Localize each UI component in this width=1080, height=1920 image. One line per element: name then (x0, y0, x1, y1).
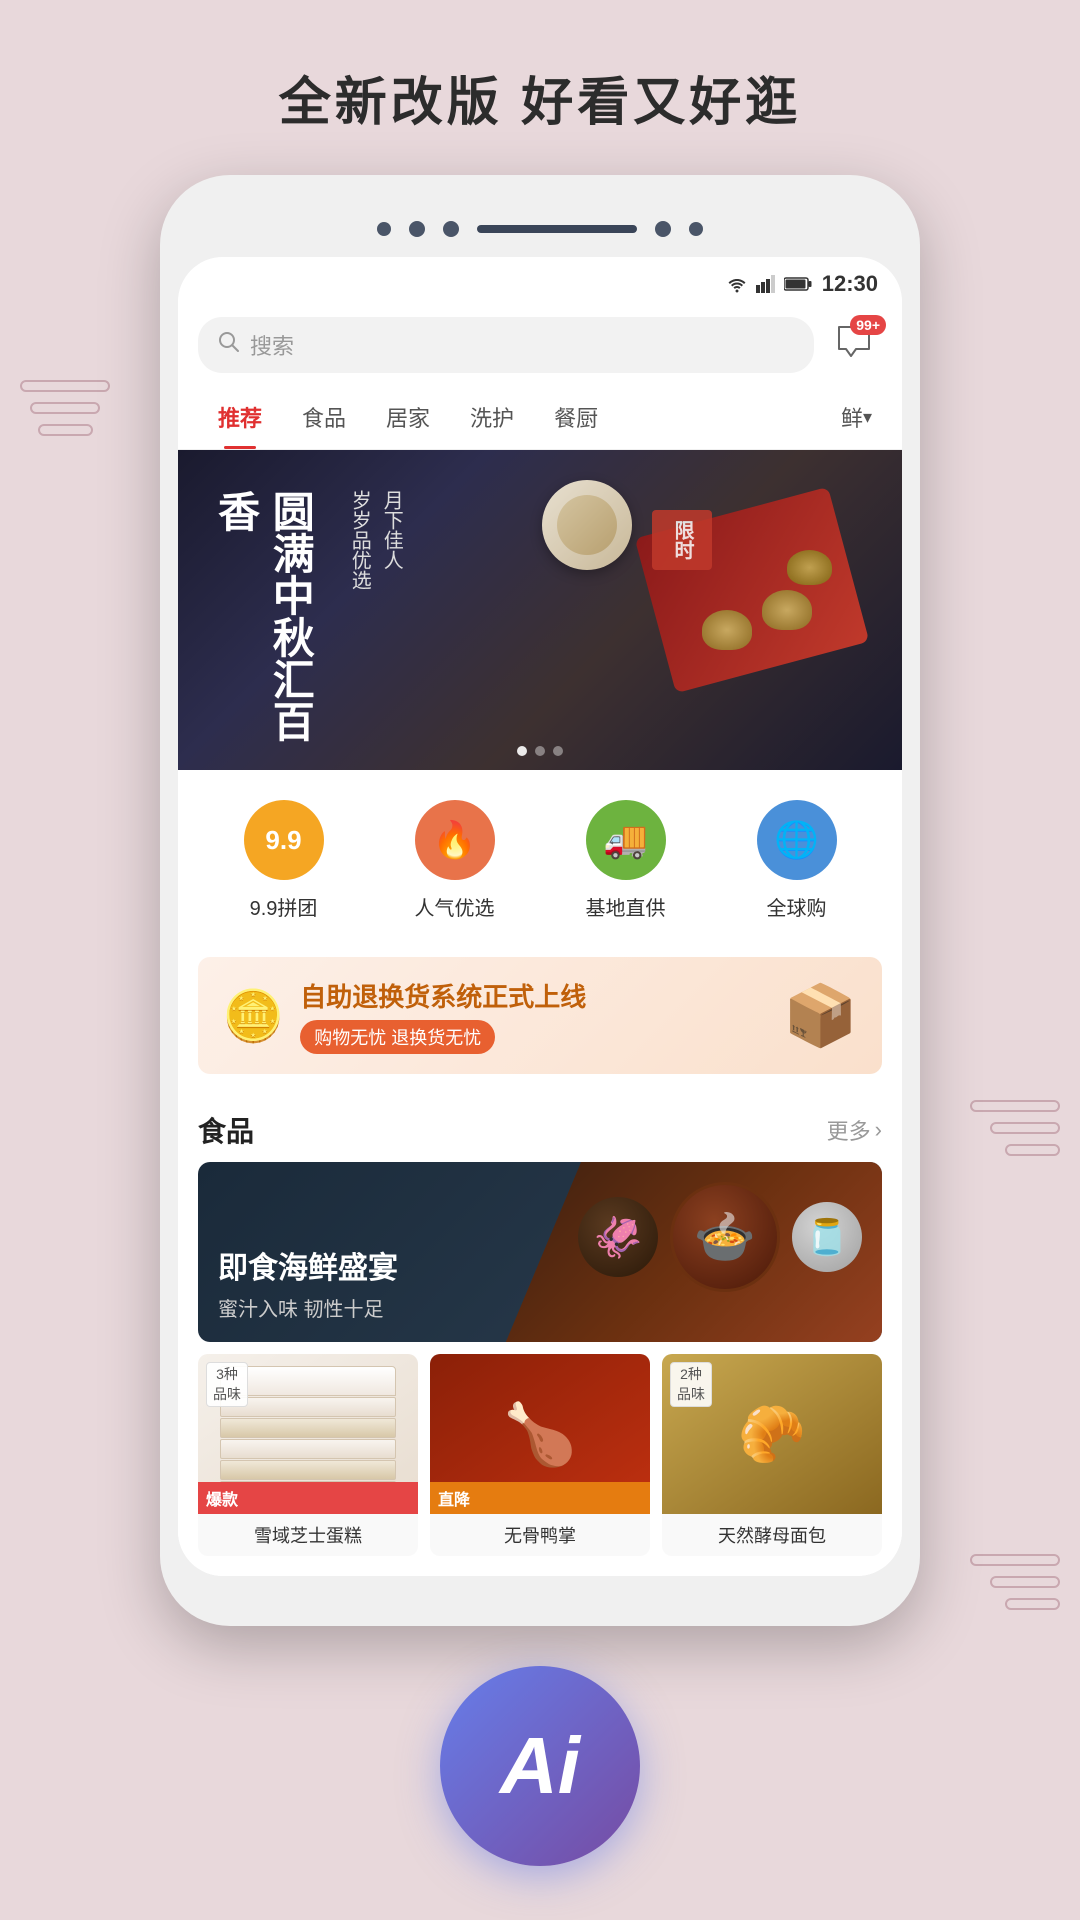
quick-label-popular: 人气优选 (415, 892, 495, 921)
banner-content: 圆满中秋汇百香 月下佳人 岁岁品优选 (208, 490, 407, 750)
section-header: 食品 更多 › (178, 1090, 902, 1162)
banner-dot-2 (535, 746, 545, 756)
promo-coins-icon: 🪙 (222, 991, 284, 1041)
wifi-icon (726, 275, 748, 293)
ai-button[interactable]: Ai (440, 1666, 640, 1866)
search-bar-wrap: 搜索 99+ (178, 305, 902, 385)
search-placeholder: 搜索 (250, 329, 294, 361)
category-item-home[interactable]: 居家 (366, 385, 450, 449)
quick-item-direct[interactable]: 🚚 基地直供 (586, 800, 666, 921)
quick-item-popular[interactable]: 🔥 人气优选 (415, 800, 495, 921)
quick-icon-direct: 🚚 (586, 800, 666, 880)
category-more[interactable]: 鲜 ▾ (831, 385, 882, 449)
promo-banner[interactable]: 🪙 自助退换货系统正式上线 购物无忧 退换货无忧 📦 (198, 957, 882, 1074)
status-bar: 12:30 (178, 257, 902, 305)
product-badge-duck: 直降 (430, 1482, 650, 1514)
product-flavor-badge-bread: 2种品味 (670, 1362, 712, 1407)
page-title: 全新改版 好看又好逛 (0, 0, 1080, 175)
food-section: 食品 更多 › 即食海鲜盛宴 蜜汁入味 韧性十足 🦑 (178, 1090, 902, 1576)
chevron-right-icon: › (875, 1117, 882, 1143)
product-card-cake[interactable]: 3种品味 爆款 (198, 1354, 418, 1556)
quick-icons-section: 9.9 9.9拼团 🔥 人气优选 🚚 基地直供 🌐 全球购 (178, 770, 902, 941)
product-card-duck[interactable]: 🍗 直降 无骨鸭掌 (430, 1354, 650, 1556)
quick-item-group-buy[interactable]: 9.9 9.9拼团 (244, 800, 324, 921)
food-banner[interactable]: 即食海鲜盛宴 蜜汁入味 韧性十足 🦑 🍲 🫙 (198, 1162, 882, 1342)
food-image-bowl: 🍲 (670, 1182, 780, 1292)
product-name-duck: 无骨鸭掌 (440, 1522, 640, 1548)
quick-item-global[interactable]: 🌐 全球购 (757, 800, 837, 921)
food-image-sauce: 🫙 (792, 1202, 862, 1272)
phone-dot-3 (443, 221, 459, 237)
phone-speaker (477, 225, 637, 233)
search-icon (218, 331, 240, 359)
deco-lines-right (970, 1100, 1060, 1166)
phone-dot-1 (377, 222, 391, 236)
phone-top-bar (178, 205, 902, 257)
product-image-duck: 🍗 直降 (430, 1354, 650, 1514)
search-bar[interactable]: 搜索 (198, 317, 814, 373)
main-banner[interactable]: 圆满中秋汇百香 月下佳人 岁岁品优选 (178, 450, 902, 770)
quick-icon-popular: 🔥 (415, 800, 495, 880)
category-item-recommend[interactable]: 推荐 (198, 385, 282, 449)
product-image-cake: 3种品味 爆款 (198, 1354, 418, 1514)
message-badge: 99+ (850, 315, 886, 335)
promo-title: 自助退换货系统正式上线 (300, 977, 767, 1014)
product-name-cake: 雪域芝士蛋糕 (208, 1522, 408, 1548)
category-item-wash[interactable]: 洗护 (450, 385, 534, 449)
banner-plate (542, 480, 632, 570)
banner-dot-3 (553, 746, 563, 756)
phone-frame: 12:30 搜索 99+ (160, 175, 920, 1626)
quick-label-direct: 基地直供 (586, 892, 666, 921)
section-title-food: 食品 (198, 1110, 254, 1150)
quick-label-group-buy: 9.9拼团 (250, 892, 318, 921)
promo-box-icon: 📦 (783, 980, 858, 1051)
promo-text-wrap: 自助退换货系统正式上线 购物无忧 退换货无忧 (300, 977, 767, 1054)
status-time: 12:30 (822, 271, 878, 297)
status-icons (726, 275, 812, 293)
chevron-down-icon: ▾ (863, 407, 872, 428)
banner-subtitle: 月下佳人 岁岁品优选 (343, 490, 407, 750)
phone-screen: 12:30 搜索 99+ (178, 257, 902, 1576)
phone-dot-5 (689, 222, 703, 236)
category-nav: 推荐 食品 居家 洗护 餐厨 鲜 ▾ (178, 385, 902, 450)
banner-stamp: 限时 (652, 510, 712, 570)
food-banner-title: 即食海鲜盛宴 (218, 1243, 398, 1287)
product-badge-cake: 爆款 (198, 1482, 418, 1514)
banner-title: 圆满中秋汇百香 (208, 490, 317, 750)
food-image-1: 🦑 (578, 1197, 658, 1277)
food-banner-sub: 蜜汁入味 韧性十足 (218, 1293, 398, 1322)
ai-button-label: Ai (500, 1720, 580, 1812)
battery-icon (784, 276, 812, 292)
product-name-bread: 天然酵母面包 (672, 1522, 872, 1548)
product-image-bread: 2种品味 🥐 (662, 1354, 882, 1514)
quick-label-global: 全球购 (767, 892, 827, 921)
product-info-cake: 雪域芝士蛋糕 (198, 1514, 418, 1556)
product-card-bread[interactable]: 2种品味 🥐 天然酵母面包 (662, 1354, 882, 1556)
ai-button-container: Ai (0, 1666, 1080, 1866)
message-button[interactable]: 99+ (826, 317, 882, 373)
product-flavor-badge-cake: 3种品味 (206, 1362, 248, 1407)
food-banner-images: 🦑 🍲 🫙 (578, 1182, 862, 1292)
product-info-duck: 无骨鸭掌 (430, 1514, 650, 1556)
food-banner-text: 即食海鲜盛宴 蜜汁入味 韧性十足 (198, 1223, 418, 1342)
category-item-food[interactable]: 食品 (282, 385, 366, 449)
phone-dot-2 (409, 221, 425, 237)
banner-dot-1 (517, 746, 527, 756)
banner-dots (517, 746, 563, 756)
phone-dot-4 (655, 221, 671, 237)
product-grid: 3种品味 爆款 (178, 1342, 902, 1576)
deco-lines-left (20, 380, 110, 446)
quick-icon-group-buy: 9.9 (244, 800, 324, 880)
product-info-bread: 天然酵母面包 (662, 1514, 882, 1556)
promo-subtitle: 购物无忧 退换货无忧 (300, 1020, 495, 1054)
signal-icon (756, 275, 776, 293)
category-item-kitchen[interactable]: 餐厨 (534, 385, 618, 449)
section-more-food[interactable]: 更多 › (827, 1114, 882, 1146)
quick-icon-global: 🌐 (757, 800, 837, 880)
